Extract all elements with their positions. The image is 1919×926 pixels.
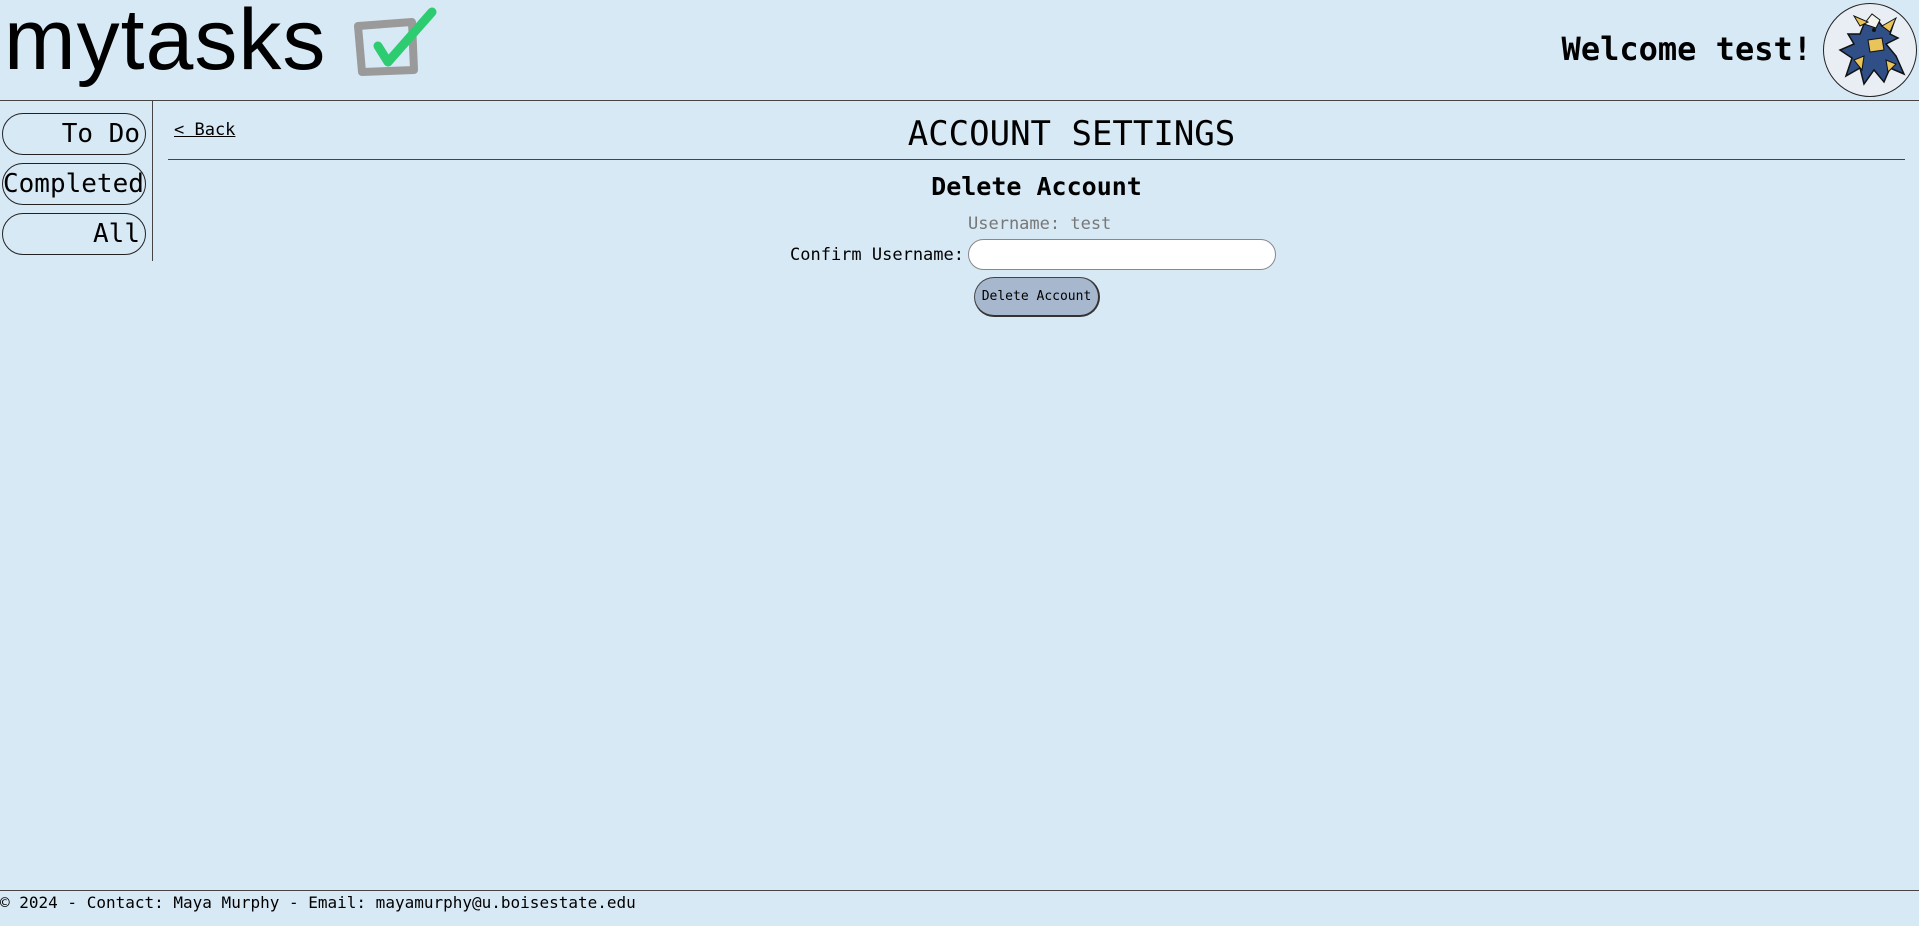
confirm-username-label: Confirm Username:: [790, 245, 964, 265]
page-title: ACCOUNT SETTINGS: [907, 114, 1236, 154]
user-avatar-icon: [1838, 13, 1906, 86]
app-header: mytasks Welcome test!: [0, 0, 1919, 101]
welcome-message: Welcome test!: [1561, 30, 1812, 68]
footer: © 2024 - Contact: Maya Murphy - Email: m…: [0, 890, 1919, 913]
title-divider: [168, 159, 1905, 160]
avatar[interactable]: [1823, 3, 1917, 97]
sidebar-item-all[interactable]: All: [2, 213, 146, 255]
logo-text[interactable]: mytasks: [4, 0, 326, 90]
sidebar-nav: To Do Completed All: [0, 101, 153, 261]
section-title: Delete Account: [931, 172, 1142, 201]
confirm-username-input[interactable]: [968, 239, 1276, 270]
sidebar-item-completed[interactable]: Completed: [2, 163, 146, 205]
delete-account-button[interactable]: Delete Account: [974, 277, 1100, 317]
current-username: Username: test: [968, 214, 1112, 234]
sidebar-item-todo[interactable]: To Do: [2, 113, 146, 155]
checkbox-check-icon: [354, 7, 437, 76]
